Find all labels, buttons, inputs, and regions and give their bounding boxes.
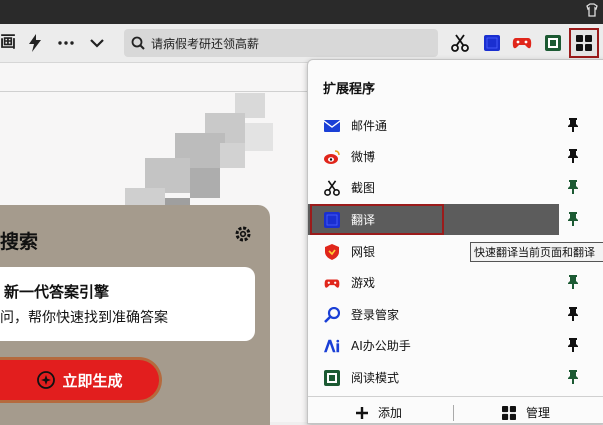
shirt-icon[interactable] bbox=[585, 3, 599, 17]
panel-footer: 添加 管理 bbox=[308, 396, 603, 424]
extension-label: 网银 bbox=[351, 245, 376, 259]
lightning-icon bbox=[29, 34, 41, 52]
extension-item-login-manager[interactable]: 登录管家 bbox=[308, 299, 603, 330]
extension-item-reader-mode[interactable]: 阅读模式 bbox=[308, 362, 603, 393]
toolbar-reader-button[interactable] bbox=[542, 32, 564, 54]
answer-box: 新一代答案引擎 问，帮你快速找到准确答案 bbox=[0, 267, 255, 341]
pin-icon[interactable] bbox=[566, 148, 580, 164]
page-divider bbox=[0, 91, 310, 92]
extension-label: 翻译 bbox=[351, 213, 376, 227]
pin-icon[interactable] bbox=[566, 337, 580, 353]
toolbar-left-fragment[interactable]: 画 bbox=[0, 32, 16, 52]
pin-icon[interactable] bbox=[566, 306, 580, 322]
extension-item-translate[interactable]: 翻译 bbox=[308, 204, 603, 235]
search-text: 请病假考研还领高薪 bbox=[151, 36, 260, 51]
footer-separator bbox=[453, 405, 454, 421]
extension-label: 微博 bbox=[351, 150, 376, 164]
extension-label: 游戏 bbox=[351, 276, 376, 290]
pin-icon[interactable] bbox=[566, 211, 580, 227]
tooltip: 快速翻译当前页面和翻译 bbox=[470, 242, 603, 262]
search-icon bbox=[131, 36, 145, 50]
answer-subtitle: 问，帮你快速找到准确答案 bbox=[0, 310, 168, 326]
add-label: 添加 bbox=[378, 406, 403, 420]
manage-extensions-button[interactable]: 管理 bbox=[502, 404, 550, 421]
extension-item-ai-assistant[interactable]: AI办公助手 bbox=[308, 330, 603, 361]
search-input[interactable]: 请病假考研还领高薪 bbox=[124, 29, 438, 57]
generate-button[interactable]: 立即生成 bbox=[0, 357, 162, 403]
generate-button-label: 立即生成 bbox=[62, 371, 123, 390]
answer-title: 新一代答案引擎 bbox=[4, 283, 110, 301]
extension-item-screenshot[interactable]: 截图 bbox=[308, 172, 603, 203]
gamepad-icon bbox=[512, 38, 532, 49]
card-title: 搜索 bbox=[0, 231, 39, 253]
dropdown-button[interactable] bbox=[86, 32, 108, 54]
extension-item-game[interactable]: 游戏 bbox=[308, 267, 603, 298]
pin-icon[interactable] bbox=[566, 274, 580, 290]
extension-label: 截图 bbox=[351, 181, 376, 195]
scissors-icon bbox=[324, 180, 340, 196]
pin-icon[interactable] bbox=[566, 117, 580, 133]
extension-label: 邮件通 bbox=[351, 119, 388, 133]
extensions-menu-button[interactable] bbox=[569, 28, 599, 58]
grid-icon bbox=[576, 35, 592, 51]
window-top-strip bbox=[0, 0, 603, 24]
pin-icon[interactable] bbox=[566, 369, 580, 385]
manage-label: 管理 bbox=[526, 406, 551, 420]
panel-title: 扩展程序 bbox=[323, 82, 376, 97]
translate-icon bbox=[484, 35, 500, 51]
grid-icon bbox=[502, 405, 516, 420]
mail-icon bbox=[324, 118, 340, 134]
scissors-icon bbox=[451, 34, 469, 52]
gear-icon[interactable] bbox=[234, 225, 252, 243]
more-button[interactable] bbox=[55, 32, 77, 54]
toolbar-game-button[interactable] bbox=[511, 32, 533, 54]
browser-toolbar: 画 请病假考研还领高薪 bbox=[0, 24, 603, 63]
key-icon bbox=[324, 307, 340, 323]
lightning-button[interactable] bbox=[24, 32, 46, 54]
toolbar-translate-button[interactable] bbox=[481, 32, 503, 54]
extension-label: AI办公助手 bbox=[351, 339, 411, 353]
translate-icon bbox=[324, 212, 340, 228]
plus-icon bbox=[356, 406, 368, 419]
book-icon bbox=[545, 35, 561, 51]
toolbar-screenshot-button[interactable] bbox=[449, 32, 471, 54]
sparkle-chat-icon bbox=[37, 371, 56, 389]
weibo-icon bbox=[324, 149, 340, 165]
extension-item-mail[interactable]: 邮件通 bbox=[308, 110, 603, 141]
extension-label: 登录管家 bbox=[351, 308, 400, 322]
book-icon bbox=[324, 370, 340, 386]
chevron-down-icon bbox=[90, 39, 104, 48]
ai-icon bbox=[324, 338, 340, 354]
add-extension-button[interactable]: 添加 bbox=[356, 404, 402, 421]
shield-icon bbox=[324, 244, 340, 260]
gamepad-icon bbox=[324, 275, 340, 291]
extension-item-weibo[interactable]: 微博 bbox=[308, 141, 603, 172]
extension-label: 阅读模式 bbox=[351, 371, 400, 385]
pin-icon[interactable] bbox=[566, 179, 580, 195]
answer-card: 搜索 新一代答案引擎 问，帮你快速找到准确答案 立即生成 bbox=[0, 205, 270, 425]
more-dots-icon bbox=[58, 41, 74, 45]
